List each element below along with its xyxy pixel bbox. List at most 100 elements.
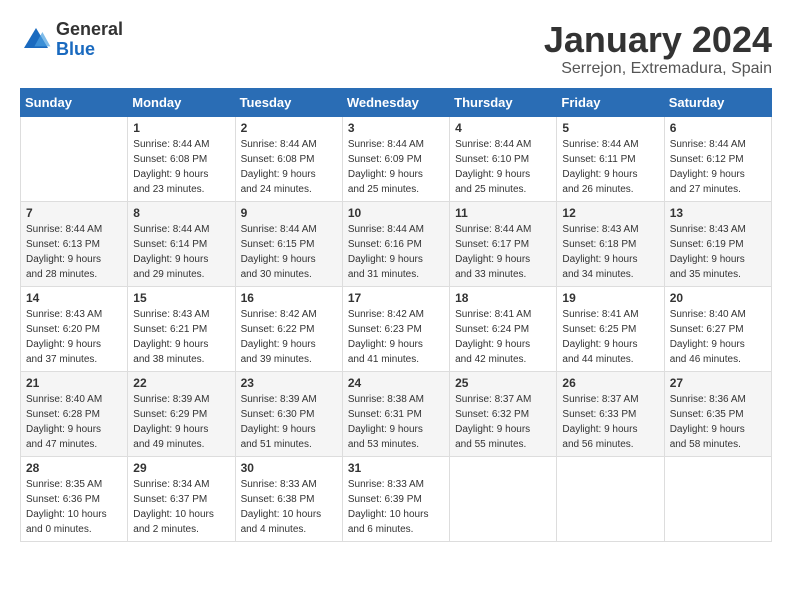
day-info: Sunrise: 8:41 AM Sunset: 6:24 PM Dayligh…: [455, 307, 551, 367]
day-number: 8: [133, 206, 229, 220]
calendar-cell: 4Sunrise: 8:44 AM Sunset: 6:10 PM Daylig…: [450, 116, 557, 201]
weekday-header: Tuesday: [235, 88, 342, 116]
calendar-cell: 1 Sunrise: 8:44 AM Sunset: 6:08 PM Daylig…: [128, 116, 235, 201]
day-info: Sunrise: 8:37 AM Sunset: 6:32 PM Dayligh…: [455, 392, 551, 452]
day-number: 3: [348, 121, 444, 135]
day-info: Sunrise: 8:43 AM Sunset: 6:20 PM Dayligh…: [26, 307, 122, 367]
day-number: 17: [348, 291, 444, 305]
weekday-header: Saturday: [664, 88, 771, 116]
day-number: 14: [26, 291, 122, 305]
day-info: Sunrise: 8:34 AM Sunset: 6:37 PM Dayligh…: [133, 477, 229, 537]
day-info: Sunrise: 8:40 AM Sunset: 6:27 PM Dayligh…: [670, 307, 766, 367]
calendar-cell: 22 Sunrise: 8:39 AM Sunset: 6:29 PM Dayli…: [128, 371, 235, 456]
day-info: Sunrise: 8:43 AM Sunset: 6:19 PM Dayligh…: [670, 222, 766, 282]
calendar-cell: 14 Sunrise: 8:43 AM Sunset: 6:20 PM Dayli…: [21, 286, 128, 371]
day-number: 30: [241, 461, 337, 475]
calendar-cell: 6 Sunrise: 8:44 AM Sunset: 6:12 PM Daylig…: [664, 116, 771, 201]
calendar-cell: 23 Sunrise: 8:39 AM Sunset: 6:30 PM Dayli…: [235, 371, 342, 456]
calendar-title: January 2024: [544, 20, 772, 60]
calendar-cell: 8 Sunrise: 8:44 AM Sunset: 6:14 PM Daylig…: [128, 201, 235, 286]
day-number: 26: [562, 376, 658, 390]
calendar-table: SundayMondayTuesdayWednesdayThursdayFrid…: [20, 88, 772, 542]
calendar-cell: [21, 116, 128, 201]
calendar-week-row: 14 Sunrise: 8:43 AM Sunset: 6:20 PM Dayli…: [21, 286, 772, 371]
calendar-cell: 26 Sunrise: 8:37 AM Sunset: 6:33 PM Dayli…: [557, 371, 664, 456]
calendar-week-row: 21 Sunrise: 8:40 AM Sunset: 6:28 PM Dayli…: [21, 371, 772, 456]
day-info: Sunrise: 8:43 AM Sunset: 6:21 PM Dayligh…: [133, 307, 229, 367]
day-info: Sunrise: 8:37 AM Sunset: 6:33 PM Dayligh…: [562, 392, 658, 452]
day-number: 29: [133, 461, 229, 475]
calendar-cell: 28 Sunrise: 8:35 AM Sunset: 6:36 PM Dayli…: [21, 456, 128, 541]
day-info: Sunrise: 8:44 AM Sunset: 6:08 PM Dayligh…: [241, 137, 337, 197]
day-number: 21: [26, 376, 122, 390]
day-info: Sunrise: 8:35 AM Sunset: 6:36 PM Dayligh…: [26, 477, 122, 537]
day-info: Sunrise: 8:44 AM Sunset: 6:14 PM Dayligh…: [133, 222, 229, 282]
calendar-cell: 7Sunrise: 8:44 AM Sunset: 6:13 PM Daylig…: [21, 201, 128, 286]
calendar-cell: 10Sunrise: 8:44 AM Sunset: 6:16 PM Dayli…: [342, 201, 449, 286]
day-info: Sunrise: 8:40 AM Sunset: 6:28 PM Dayligh…: [26, 392, 122, 452]
day-number: 28: [26, 461, 122, 475]
day-number: 4: [455, 121, 551, 135]
day-number: 6: [670, 121, 766, 135]
weekday-header: Monday: [128, 88, 235, 116]
weekday-header: Friday: [557, 88, 664, 116]
weekday-header-row: SundayMondayTuesdayWednesdayThursdayFrid…: [21, 88, 772, 116]
day-number: 20: [670, 291, 766, 305]
calendar-cell: 5Sunrise: 8:44 AM Sunset: 6:11 PM Daylig…: [557, 116, 664, 201]
calendar-cell: 11Sunrise: 8:44 AM Sunset: 6:17 PM Dayli…: [450, 201, 557, 286]
calendar-cell: 12 Sunrise: 8:43 AM Sunset: 6:18 PM Dayli…: [557, 201, 664, 286]
logo-general: General: [56, 19, 123, 39]
calendar-cell: 21 Sunrise: 8:40 AM Sunset: 6:28 PM Dayli…: [21, 371, 128, 456]
calendar-cell: [664, 456, 771, 541]
day-number: 10: [348, 206, 444, 220]
calendar-cell: 9 Sunrise: 8:44 AM Sunset: 6:15 PM Daylig…: [235, 201, 342, 286]
calendar-cell: [450, 456, 557, 541]
title-block: January 2024 Serrejon, Extremadura, Spai…: [544, 20, 772, 78]
day-number: 9: [241, 206, 337, 220]
calendar-week-row: 7Sunrise: 8:44 AM Sunset: 6:13 PM Daylig…: [21, 201, 772, 286]
day-info: Sunrise: 8:36 AM Sunset: 6:35 PM Dayligh…: [670, 392, 766, 452]
day-info: Sunrise: 8:42 AM Sunset: 6:22 PM Dayligh…: [241, 307, 337, 367]
day-info: Sunrise: 8:44 AM Sunset: 6:15 PM Dayligh…: [241, 222, 337, 282]
calendar-cell: 17 Sunrise: 8:42 AM Sunset: 6:23 PM Dayli…: [342, 286, 449, 371]
day-info: Sunrise: 8:44 AM Sunset: 6:09 PM Dayligh…: [348, 137, 444, 197]
page-header: General Blue January 2024 Serrejon, Extr…: [20, 20, 772, 78]
day-number: 31: [348, 461, 444, 475]
day-number: 27: [670, 376, 766, 390]
calendar-cell: 2Sunrise: 8:44 AM Sunset: 6:08 PM Daylig…: [235, 116, 342, 201]
calendar-cell: 18Sunrise: 8:41 AM Sunset: 6:24 PM Dayli…: [450, 286, 557, 371]
day-info: Sunrise: 8:43 AM Sunset: 6:18 PM Dayligh…: [562, 222, 658, 282]
day-info: Sunrise: 8:39 AM Sunset: 6:29 PM Dayligh…: [133, 392, 229, 452]
calendar-subtitle: Serrejon, Extremadura, Spain: [544, 60, 772, 78]
day-number: 16: [241, 291, 337, 305]
day-number: 13: [670, 206, 766, 220]
day-number: 23: [241, 376, 337, 390]
day-info: Sunrise: 8:39 AM Sunset: 6:30 PM Dayligh…: [241, 392, 337, 452]
calendar-cell: 31Sunrise: 8:33 AM Sunset: 6:39 PM Dayli…: [342, 456, 449, 541]
calendar-cell: 27 Sunrise: 8:36 AM Sunset: 6:35 PM Dayli…: [664, 371, 771, 456]
day-info: Sunrise: 8:44 AM Sunset: 6:08 PM Dayligh…: [133, 137, 229, 197]
day-info: Sunrise: 8:38 AM Sunset: 6:31 PM Dayligh…: [348, 392, 444, 452]
day-number: 22: [133, 376, 229, 390]
weekday-header: Sunday: [21, 88, 128, 116]
day-number: 1: [133, 121, 229, 135]
weekday-header: Thursday: [450, 88, 557, 116]
calendar-cell: 13 Sunrise: 8:43 AM Sunset: 6:19 PM Dayli…: [664, 201, 771, 286]
calendar-cell: 24 Sunrise: 8:38 AM Sunset: 6:31 PM Dayli…: [342, 371, 449, 456]
day-number: 24: [348, 376, 444, 390]
day-info: Sunrise: 8:44 AM Sunset: 6:12 PM Dayligh…: [670, 137, 766, 197]
calendar-cell: 25Sunrise: 8:37 AM Sunset: 6:32 PM Dayli…: [450, 371, 557, 456]
day-number: 15: [133, 291, 229, 305]
calendar-cell: 19Sunrise: 8:41 AM Sunset: 6:25 PM Dayli…: [557, 286, 664, 371]
logo-text: General Blue: [56, 20, 123, 60]
calendar-cell: [557, 456, 664, 541]
calendar-cell: 20 Sunrise: 8:40 AM Sunset: 6:27 PM Dayli…: [664, 286, 771, 371]
day-info: Sunrise: 8:42 AM Sunset: 6:23 PM Dayligh…: [348, 307, 444, 367]
day-number: 12: [562, 206, 658, 220]
logo-icon: [20, 24, 52, 56]
calendar-cell: 29 Sunrise: 8:34 AM Sunset: 6:37 PM Dayli…: [128, 456, 235, 541]
calendar-cell: 15 Sunrise: 8:43 AM Sunset: 6:21 PM Dayli…: [128, 286, 235, 371]
calendar-week-row: 28 Sunrise: 8:35 AM Sunset: 6:36 PM Dayli…: [21, 456, 772, 541]
calendar-cell: 16 Sunrise: 8:42 AM Sunset: 6:22 PM Dayli…: [235, 286, 342, 371]
calendar-week-row: 1 Sunrise: 8:44 AM Sunset: 6:08 PM Daylig…: [21, 116, 772, 201]
